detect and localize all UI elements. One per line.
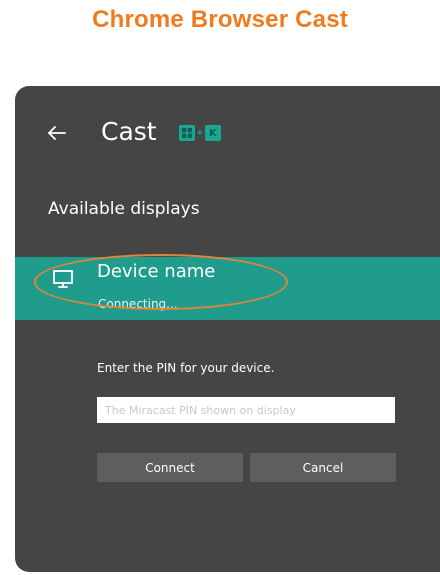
cast-panel: Cast + K Available displays Device name … <box>15 86 440 572</box>
shortcut-plus: + <box>197 127 203 139</box>
windows-key-icon <box>179 125 195 141</box>
k-key: K <box>204 125 221 141</box>
cancel-button[interactable]: Cancel <box>250 453 396 482</box>
panel-title: Cast <box>101 117 157 146</box>
pin-input[interactable] <box>97 397 395 423</box>
monitor-icon <box>52 269 74 289</box>
back-arrow-icon[interactable] <box>46 122 68 144</box>
panel-header: Cast + K <box>15 117 440 152</box>
device-status: Connecting... <box>98 297 178 311</box>
available-displays-heading: Available displays <box>48 199 200 219</box>
keyboard-shortcut-hint: + K <box>179 124 221 142</box>
pin-prompt: Enter the PIN for your device. <box>97 361 275 375</box>
connect-button[interactable]: Connect <box>97 453 243 482</box>
page-heading: Chrome Browser Cast <box>92 6 348 33</box>
device-list-item[interactable]: Device name Connecting... <box>15 257 440 320</box>
device-name: Device name <box>97 261 216 282</box>
